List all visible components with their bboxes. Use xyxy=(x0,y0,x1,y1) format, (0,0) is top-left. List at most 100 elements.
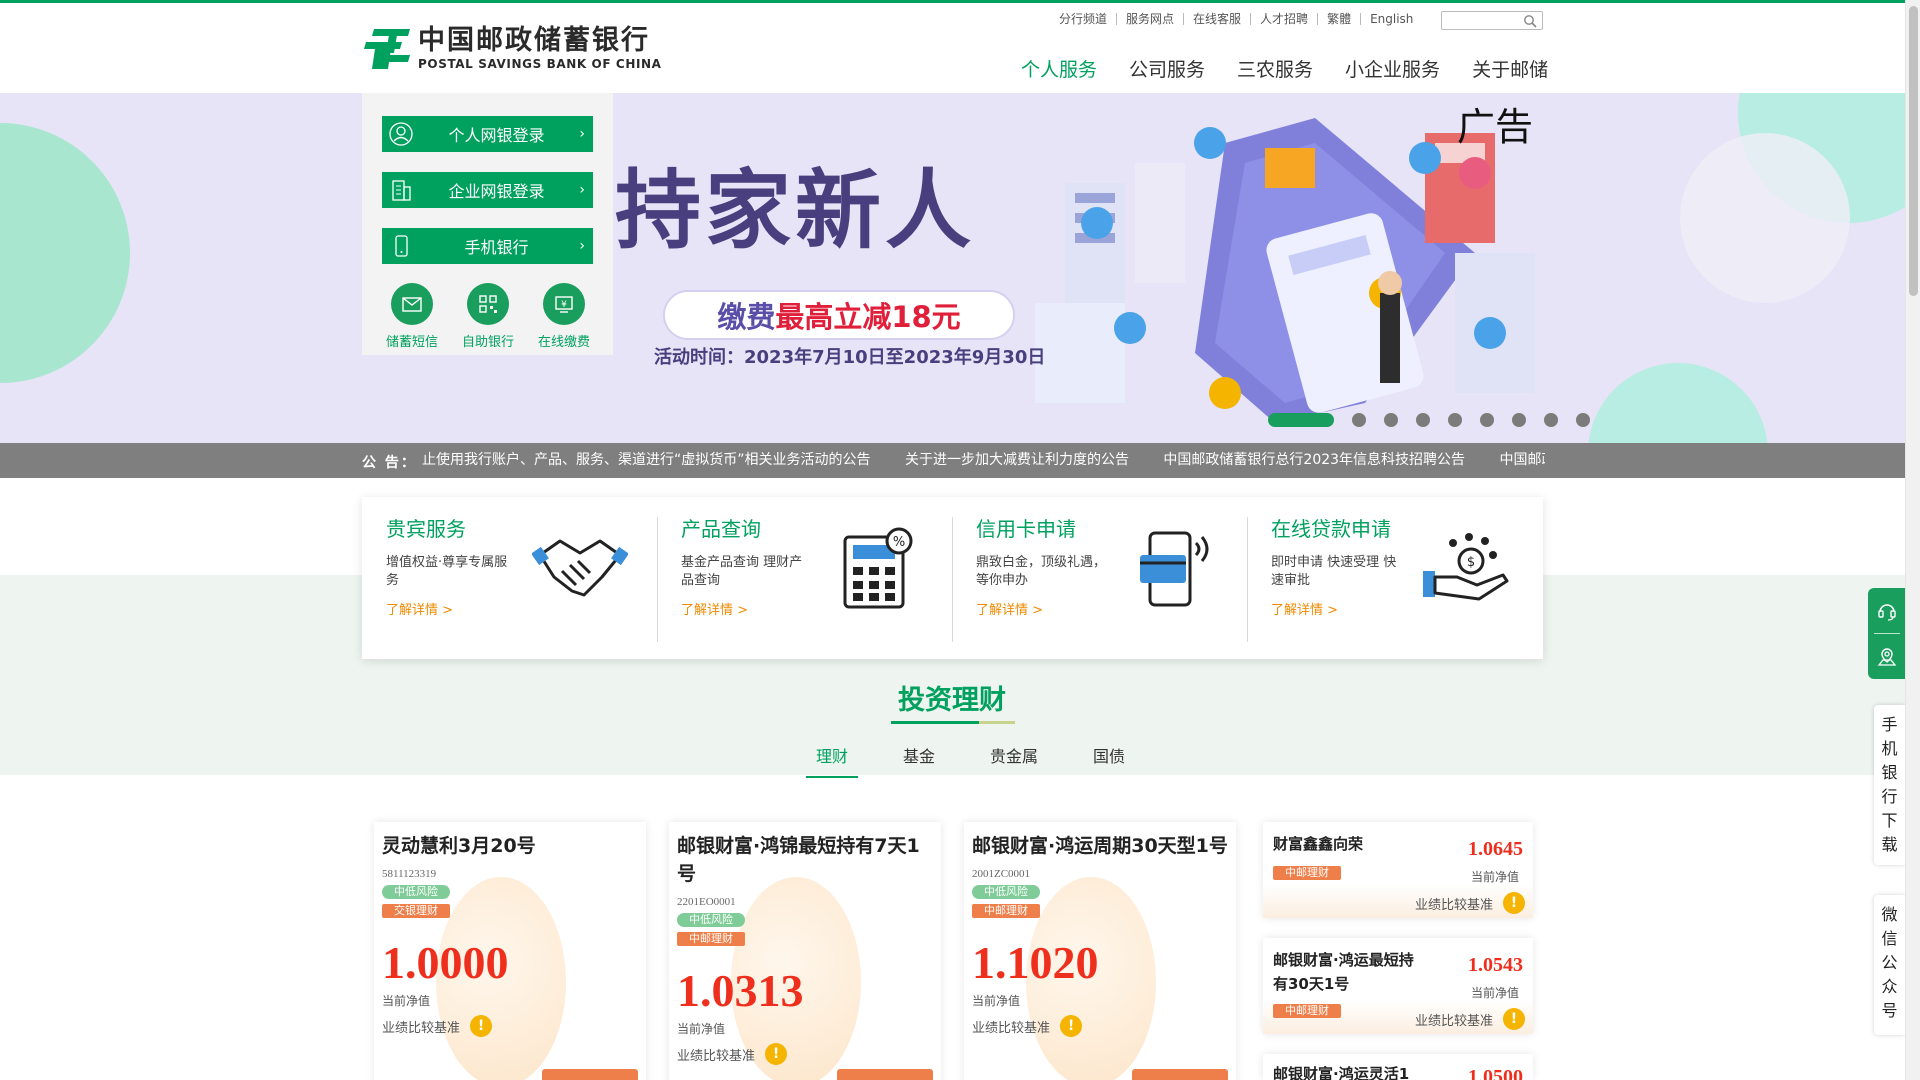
decor-circle xyxy=(1588,363,1768,443)
personal-ebank-login-button[interactable]: 个人网银登录 › xyxy=(382,116,593,152)
promo-banner[interactable]: 广告 持家新人 缴费 最高立减18元 活动时间：2023年7月10日至2023年9… xyxy=(0,93,1905,443)
button-label: 企业网银登录 xyxy=(448,182,545,201)
tab-fund[interactable]: 基金 xyxy=(893,738,945,778)
corporate-ebank-login-button[interactable]: 企业网银登录 › xyxy=(382,172,593,208)
side-product-card[interactable]: 邮银财富·鸿运最短持有30天1号 中邮理财 1.0543 当前净值 业绩比较基准… xyxy=(1263,938,1533,1034)
service-product-query[interactable]: 产品查询 基金产品查询 理财产品查询 了解详情 > % xyxy=(657,497,952,659)
carousel-dot-4[interactable] xyxy=(1416,413,1430,427)
card-phone-icon xyxy=(1140,531,1209,607)
tab-wealth[interactable]: 理财 xyxy=(806,738,859,778)
product-card[interactable]: 灵动慧利3月20号 5811123319 中低风险 交银理财 1.0000 当前… xyxy=(374,822,646,1080)
info-icon[interactable]: ! xyxy=(1503,892,1525,914)
link-traditional-chinese[interactable]: 繁體 xyxy=(1318,13,1362,25)
service-desc: 基金产品查询 理财产品查询 xyxy=(681,555,803,588)
link-branch-channel[interactable]: 分行频道 xyxy=(1050,13,1118,25)
carousel-dot-6[interactable] xyxy=(1480,413,1494,427)
tab-precious-metals[interactable]: 贵金属 xyxy=(980,738,1048,778)
quick-online-payment[interactable]: ¥ 在线缴费 xyxy=(534,283,594,350)
carousel-dot-8[interactable] xyxy=(1544,413,1558,427)
side-product-card[interactable]: 财富鑫鑫向荣 中邮理财 1.0645 当前净值 业绩比较基准! xyxy=(1263,822,1533,918)
carousel-dot-9[interactable] xyxy=(1576,413,1590,427)
carousel-dot-1[interactable] xyxy=(1268,413,1334,427)
invest-tabs: 理财 基金 贵金属 国债 xyxy=(806,738,1170,778)
nav-personal[interactable]: 个人服务 xyxy=(1021,55,1097,82)
carousel-dot-2[interactable] xyxy=(1352,413,1366,427)
link-service-outlets[interactable]: 服务网点 xyxy=(1117,13,1185,25)
product-name: 邮银财富·鸿锦最短持有7天1号 xyxy=(677,835,920,885)
service-more-link[interactable]: 了解详情 > xyxy=(386,599,453,618)
benchmark-label: 业绩比较基准 xyxy=(1414,897,1493,913)
link-online-service[interactable]: 在线客服 xyxy=(1184,13,1252,25)
carousel-dot-7[interactable] xyxy=(1512,413,1526,427)
service-online-loan[interactable]: 在线贷款申请 即时申请 快速受理 快速审批 了解详情 > $ xyxy=(1247,497,1542,659)
carousel-dot-3[interactable] xyxy=(1384,413,1398,427)
announcement-item[interactable]: 关于进一步加大减费让利力度的公告 xyxy=(905,452,1129,468)
nav-about[interactable]: 关于邮储 xyxy=(1472,55,1548,82)
link-careers[interactable]: 人才招聘 xyxy=(1251,13,1319,25)
net-value-label: 当前净值 xyxy=(677,1022,726,1036)
banner-headline: 持家新人 xyxy=(615,161,975,261)
svg-text:$: $ xyxy=(1467,555,1475,570)
announcement-item[interactable]: 中国邮政储蓄银行总行2023年信息科技招聘公告 xyxy=(1163,452,1465,468)
announcement-label: 公 告： xyxy=(362,455,417,471)
search-input[interactable] xyxy=(1442,15,1520,33)
net-value: 1.0543 xyxy=(1468,954,1523,976)
buy-button[interactable] xyxy=(837,1069,933,1080)
tab-treasury-bonds[interactable]: 国债 xyxy=(1083,738,1135,778)
benchmark-label: 业绩比较基准 xyxy=(972,1020,1051,1036)
risk-badge: 中低风险 xyxy=(677,913,745,927)
info-icon[interactable]: ! xyxy=(765,1043,788,1065)
benchmark-label: 业绩比较基准 xyxy=(382,1020,461,1036)
carousel-dot-5[interactable] xyxy=(1448,413,1462,427)
scrollbar-thumb[interactable] xyxy=(1909,6,1918,296)
location-button[interactable] xyxy=(1868,634,1905,679)
info-icon[interactable]: ! xyxy=(1060,1015,1083,1037)
chevron-right-icon: › xyxy=(579,238,585,254)
quick-self-service-bank[interactable]: 自助银行 xyxy=(458,283,518,350)
wechat-official-account-tab[interactable]: 微信公众号 xyxy=(1874,895,1905,1035)
service-credit-card[interactable]: 信用卡申请 鼎致白金，顶级礼遇，等你申办 了解详情 > xyxy=(952,497,1247,659)
info-icon[interactable]: ! xyxy=(470,1015,493,1037)
handshake-icon xyxy=(532,539,628,597)
title-underline xyxy=(891,721,979,724)
benchmark-label: 业绩比较基准 xyxy=(677,1048,756,1064)
net-value: 1.0313 xyxy=(677,965,804,1016)
promo-highlight: 最高立减18元 xyxy=(775,300,961,334)
logo-english-name: POSTAL SAVINGS BANK OF CHINA xyxy=(418,57,662,71)
page-scrollbar[interactable] xyxy=(1905,0,1920,1080)
mobile-banking-button[interactable]: 手机银行 › xyxy=(382,228,593,264)
product-card[interactable]: 邮银财富·鸿锦最短持有7天1号 2201EO0001 中低风险 中邮理财 1.0… xyxy=(669,822,941,1080)
decor-circle xyxy=(1680,133,1850,303)
payment-icon: ¥ xyxy=(555,296,573,313)
buy-button[interactable] xyxy=(542,1069,638,1080)
search-icon[interactable] xyxy=(1523,14,1537,28)
search-box xyxy=(1441,11,1543,33)
quick-savings-sms[interactable]: 储蓄短信 xyxy=(382,283,442,350)
side-product-card[interactable]: 邮银财富·鸿运灵活1 1.0500 xyxy=(1263,1054,1533,1080)
service-more-link[interactable]: 了解详情 > xyxy=(1271,599,1338,618)
link-english[interactable]: English xyxy=(1361,13,1422,25)
decor-circle xyxy=(0,123,130,383)
announcement-item[interactable]: 止使用我行账户、产品、服务、渠道进行“虚拟货币”相关业务活动的公告 xyxy=(422,452,871,468)
net-value-label: 当前净值 xyxy=(382,994,431,1008)
product-name: 灵动慧利3月20号 xyxy=(382,835,536,857)
issuer-badge: 中邮理财 xyxy=(677,932,745,946)
info-icon[interactable]: ! xyxy=(1503,1008,1525,1030)
nav-small-business[interactable]: 小企业服务 xyxy=(1345,55,1440,82)
mobile-banking-download-tab[interactable]: 手机银行下载 xyxy=(1874,705,1905,865)
nav-agriculture[interactable]: 三农服务 xyxy=(1237,55,1313,82)
phone-icon xyxy=(395,235,408,257)
service-more-link[interactable]: 了解详情 > xyxy=(976,599,1043,618)
buy-button[interactable] xyxy=(1132,1069,1228,1080)
product-name: 邮银财富·鸿运灵活1 xyxy=(1273,1065,1410,1080)
nav-corporate[interactable]: 公司服务 xyxy=(1129,55,1205,82)
bank-logo[interactable]: 中国邮政储蓄银行 POSTAL SAVINGS BANK OF CHINA xyxy=(362,23,662,73)
service-desc: 增值权益·尊享专属服务 xyxy=(386,555,508,588)
ad-label: 广告 xyxy=(1457,105,1534,149)
announcement-item[interactable]: 中国邮政储 xyxy=(1500,452,1545,468)
customer-service-button[interactable] xyxy=(1868,588,1905,633)
product-card[interactable]: 邮银财富·鸿运周期30天型1号 2001ZC0001 中低风险 中邮理财 1.1… xyxy=(964,822,1236,1080)
service-more-link[interactable]: 了解详情 > xyxy=(681,599,748,618)
button-label: 个人网银登录 xyxy=(448,126,545,145)
service-vip[interactable]: 贵宾服务 增值权益·尊享专属服务 了解详情 > xyxy=(362,497,657,659)
